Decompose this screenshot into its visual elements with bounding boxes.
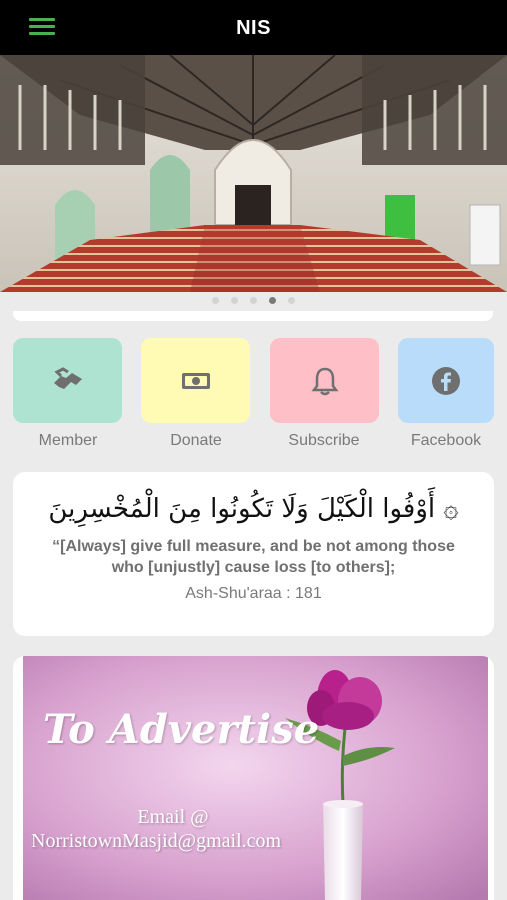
- app-title: NIS: [236, 17, 271, 39]
- carousel-dot[interactable]: [231, 297, 238, 304]
- bell-icon: [311, 367, 338, 395]
- facebook-label: Facebook: [410, 432, 482, 449]
- carousel-dot[interactable]: [250, 297, 257, 304]
- donate-label: Donate: [170, 432, 222, 449]
- verse-card: ۞ أَوْفُوا الْكَيْلَ وَلَا تَكُونُوا مِن…: [13, 472, 494, 636]
- verse-arabic-text: ۞ أَوْفُوا الْكَيْلَ وَلَا تَكُونُوا مِن…: [48, 494, 459, 524]
- carousel-dot[interactable]: [288, 297, 295, 304]
- divider-card-strip: [13, 311, 493, 321]
- member-label: Member: [38, 432, 98, 449]
- carousel-dot-active[interactable]: [269, 297, 276, 304]
- carousel-dot[interactable]: [212, 297, 219, 304]
- facebook-icon: [432, 366, 460, 395]
- donate-button[interactable]: [141, 338, 250, 423]
- carousel-indicator: [0, 297, 507, 307]
- advertisement-email[interactable]: NorristownMasjid@gmail.com: [31, 830, 281, 853]
- subscribe-label: Subscribe: [288, 432, 360, 449]
- subscribe-button[interactable]: [270, 338, 379, 423]
- advertisement-card[interactable]: To Advertise Email @ NorristownMasjid@gm…: [13, 656, 494, 900]
- advertisement-title: To Advertise: [43, 706, 320, 753]
- verse-translation: “[Always] give full measure, and be not …: [52, 538, 455, 576]
- member-button[interactable]: [13, 338, 122, 423]
- verse-reference: Ash-Shu'araa : 181: [185, 585, 322, 602]
- facebook-button[interactable]: [398, 338, 494, 423]
- advertisement-email-label: Email @: [137, 806, 209, 828]
- handshake-icon: [53, 366, 82, 389]
- top-app-bar: NIS: [0, 0, 507, 55]
- advertisement-image: To Advertise Email @ NorristownMasjid@gm…: [23, 656, 488, 900]
- banknote-icon: [181, 372, 210, 389]
- carousel-banner-image[interactable]: [0, 55, 507, 292]
